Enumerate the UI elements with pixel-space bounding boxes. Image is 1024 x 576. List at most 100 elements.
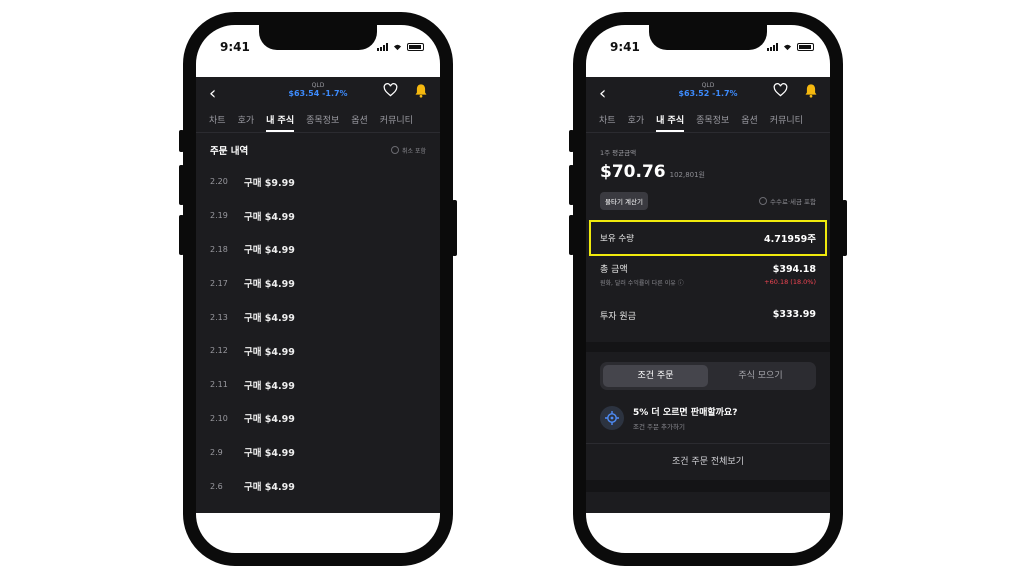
app-header: ‹ QLD $63.52 -1.7% (586, 77, 830, 111)
return-difference-info-link[interactable]: 원화, 달러 수익률이 다른 이유 ⓘ (600, 278, 684, 287)
order-date: 2.20 (210, 177, 228, 187)
power-button (842, 200, 847, 256)
target-icon (600, 406, 624, 430)
segment-conditional-order[interactable]: 조건 주문 (603, 365, 708, 387)
order-desc: 구매 $4.99 (244, 380, 295, 392)
total-amount-row: 총 금액 $394.18 원화, 달러 수익률이 다른 이유 ⓘ +60.18 … (586, 256, 830, 287)
fee-included-label: 수수료·세금 포함 (770, 198, 816, 206)
notch (259, 23, 377, 50)
heart-icon[interactable] (773, 83, 788, 97)
bell-icon[interactable] (804, 83, 818, 98)
include-cancelled-toggle[interactable]: 취소 포함 (391, 146, 426, 155)
segment-stock-accumulate[interactable]: 주식 모으기 (708, 365, 813, 387)
fee-included-toggle[interactable]: 수수료·세금 포함 (759, 196, 816, 206)
order-desc: 구매 $4.99 (244, 279, 295, 291)
stage: 9:41 ‹ QLD $63.54 -1.7% 차트 호가 내 주식 종목정보 … (0, 0, 1024, 576)
status-time: 9:41 (220, 40, 250, 54)
ticker-symbol: QLD (701, 82, 715, 89)
order-row[interactable]: 2.17 구매 $4.99 (196, 266, 440, 300)
tab-my-stock[interactable]: 내 주식 (656, 111, 685, 132)
order-date: 2.9 (210, 447, 223, 457)
ticker-symbol: QLD (311, 82, 325, 89)
orders-list: 2.20 구매 $9.99 2.19 구매 $4.99 2.18 구매 $4.99 2… (196, 165, 440, 503)
order-type-segmented-control: 조건 주문 주식 모으기 (600, 362, 816, 390)
check-circle-icon (759, 197, 767, 205)
order-desc: 구매 $9.99 (244, 177, 295, 189)
tab-options[interactable]: 옵션 (351, 111, 368, 132)
volume-up-button (569, 165, 574, 205)
order-desc: 구매 $4.99 (244, 211, 295, 223)
view-all-conditional-orders-button[interactable]: 조건 주문 전체보기 (586, 443, 830, 480)
mute-switch (179, 130, 184, 152)
order-date: 2.6 (210, 481, 223, 491)
phone-left: 9:41 ‹ QLD $63.54 -1.7% 차트 호가 내 주식 종목정보 … (179, 12, 457, 566)
order-date: 2.13 (210, 312, 228, 322)
tab-stock-info[interactable]: 종목정보 (306, 111, 339, 132)
tab-my-stock[interactable]: 내 주식 (266, 111, 295, 132)
app-screen-orders: ‹ QLD $63.54 -1.7% 차트 호가 내 주식 종목정보 옵션 커뮤… (196, 77, 440, 513)
bell-icon[interactable] (414, 83, 428, 98)
order-date: 2.18 (210, 244, 228, 254)
notch (649, 23, 767, 50)
conditional-order-title: 5% 더 오르면 판매할까요? (633, 408, 738, 418)
order-row[interactable]: 2.20 구매 $9.99 (196, 165, 440, 199)
order-row[interactable]: 2.19 구매 $4.99 (196, 199, 440, 233)
tab-bar: 차트 호가 내 주식 종목정보 옵션 커뮤니티 (196, 111, 440, 133)
mute-switch (569, 130, 574, 152)
tab-community[interactable]: 커뮤니티 (380, 111, 413, 132)
order-row[interactable]: 2.9 구매 $4.99 (196, 435, 440, 469)
principal-label: 투자 원금 (600, 312, 636, 322)
order-desc: 구매 $4.99 (244, 313, 295, 325)
question-circle-icon: ⓘ (677, 280, 684, 287)
conditional-order-subtitle: 조건 주문 추가하기 (633, 423, 685, 431)
conditional-order-suggestion[interactable]: 5% 더 오르면 판매할까요? 조건 주문 추가하기 (586, 390, 830, 431)
order-desc: 구매 $4.99 (244, 482, 295, 494)
tab-quote[interactable]: 호가 (238, 111, 255, 132)
orders-title: 주문 내역 (210, 146, 249, 157)
tab-chart[interactable]: 차트 (209, 111, 226, 132)
tab-options[interactable]: 옵션 (741, 111, 758, 132)
total-amount-label: 총 금액 (600, 265, 628, 275)
order-row[interactable]: 2.6 구매 $4.99 (196, 469, 440, 503)
order-row[interactable]: 2.10 구매 $4.99 (196, 402, 440, 436)
order-row[interactable]: 2.18 구매 $4.99 (196, 233, 440, 267)
heart-icon[interactable] (383, 83, 398, 97)
battery-icon (407, 43, 424, 51)
total-gain-value: +60.18 (18.0%) (764, 278, 816, 286)
avg-price-usd: $70.76 (600, 162, 666, 182)
order-date: 2.12 (210, 346, 228, 356)
app-header: ‹ QLD $63.54 -1.7% (196, 77, 440, 111)
tab-stock-info[interactable]: 종목정보 (696, 111, 729, 132)
status-icons (377, 43, 424, 51)
order-row[interactable]: 2.11 구매 $4.99 (196, 368, 440, 402)
order-date: 2.11 (210, 380, 228, 390)
section-divider (586, 342, 830, 352)
volume-up-button (179, 165, 184, 205)
average-price-block: 1주 평균금액 $70.76 102,801원 (586, 133, 830, 182)
app-screen-holding: ‹ QLD $63.52 -1.7% 차트 호가 내 주식 종목정보 옵션 커뮤… (586, 77, 830, 513)
volume-down-button (179, 215, 184, 255)
order-desc: 구매 $4.99 (244, 346, 295, 358)
principal-value: $333.99 (772, 309, 816, 320)
averaging-calculator-button[interactable]: 물타기 계산기 (600, 192, 648, 210)
order-desc: 구매 $4.99 (244, 448, 295, 460)
holding-quantity-label: 보유 수량 (600, 234, 634, 244)
avg-price-krw: 102,801원 (669, 171, 705, 179)
order-desc: 구매 $4.99 (244, 245, 295, 257)
avg-price-row: $70.76 102,801원 (600, 162, 816, 182)
ticker-info: QLD $63.52 -1.7% (586, 82, 830, 98)
volume-down-button (569, 215, 574, 255)
phone-right: 9:41 ‹ QLD $63.52 -1.7% 차트 호가 내 주식 종목정보 … (569, 12, 847, 566)
order-row[interactable]: 2.13 구매 $4.99 (196, 300, 440, 334)
tab-community[interactable]: 커뮤니티 (770, 111, 803, 132)
order-row[interactable]: 2.12 구매 $4.99 (196, 334, 440, 368)
principal-row: 투자 원금 $333.99 (586, 287, 830, 322)
power-button (452, 200, 457, 256)
tab-bar: 차트 호가 내 주식 종목정보 옵션 커뮤니티 (586, 111, 830, 133)
order-date: 2.19 (210, 211, 228, 221)
tab-chart[interactable]: 차트 (599, 111, 616, 132)
tab-quote[interactable]: 호가 (628, 111, 645, 132)
include-cancelled-label: 취소 포함 (402, 147, 426, 155)
holding-quantity-row-highlighted: 보유 수량 4.71959주 (589, 220, 827, 256)
wifi-icon (783, 44, 792, 51)
